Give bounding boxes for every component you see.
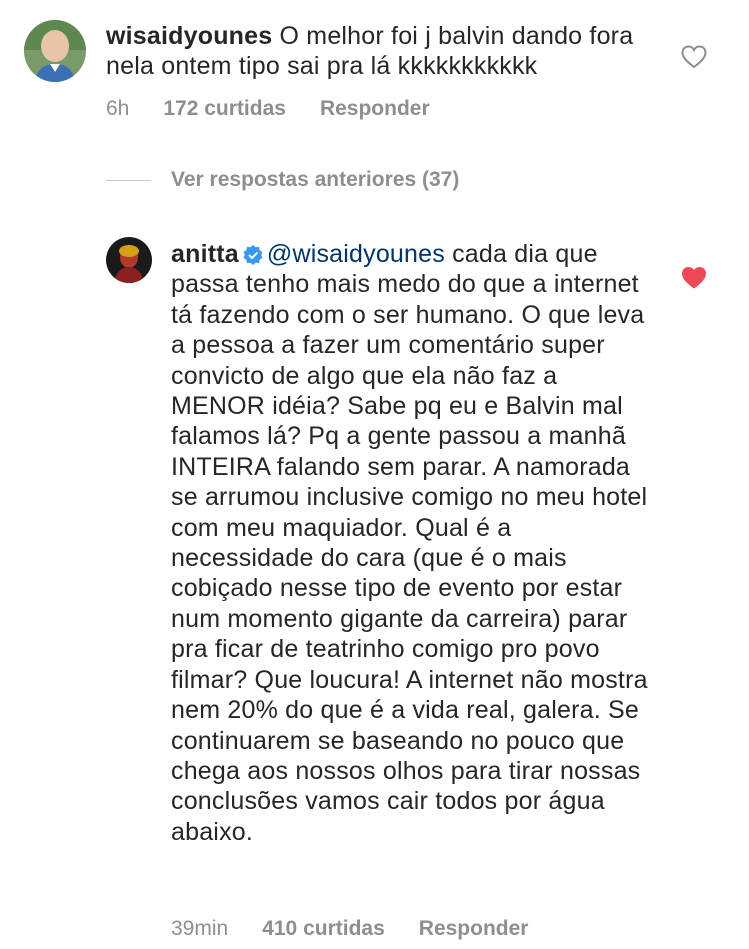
heart-icon[interactable] bbox=[681, 266, 707, 290]
view-replies-toggle[interactable]: Ver respostas anteriores (37) bbox=[106, 168, 459, 192]
comment-2-meta: 39min 410 curtidas Responder bbox=[171, 917, 562, 941]
view-replies-divider bbox=[106, 179, 151, 181]
comment-1-time: 6h bbox=[106, 97, 130, 120]
view-replies-label[interactable]: Ver respostas anteriores (37) bbox=[171, 168, 459, 192]
comment-2-reply-button[interactable]: Responder bbox=[419, 917, 529, 941]
comment-2-mention[interactable]: @wisaidyounes bbox=[267, 240, 445, 268]
comment-1-username[interactable]: wisaidyounes bbox=[106, 22, 272, 50]
comment-2-text: anitta @wisaidyounes cada dia que passa t… bbox=[171, 239, 651, 847]
verified-badge-icon bbox=[243, 245, 263, 265]
comment-2-username[interactable]: anitta bbox=[171, 240, 239, 268]
heart-icon[interactable] bbox=[681, 45, 707, 69]
comment-2-body: cada dia que passa tenho mais medo do qu… bbox=[171, 240, 648, 846]
comment-2-likes[interactable]: 410 curtidas bbox=[262, 917, 385, 941]
avatar-anitta[interactable] bbox=[106, 237, 152, 283]
comment-2-time: 39min bbox=[171, 917, 229, 940]
avatar-wisaidyounes[interactable] bbox=[24, 20, 86, 82]
comment-1-reply-button[interactable]: Responder bbox=[320, 97, 430, 121]
comment-1-text: wisaidyounes O melhor foi j balvin dando… bbox=[106, 21, 666, 82]
comment-1-likes[interactable]: 172 curtidas bbox=[163, 97, 286, 121]
comment-1-meta: 6h 172 curtidas Responder bbox=[106, 97, 464, 121]
